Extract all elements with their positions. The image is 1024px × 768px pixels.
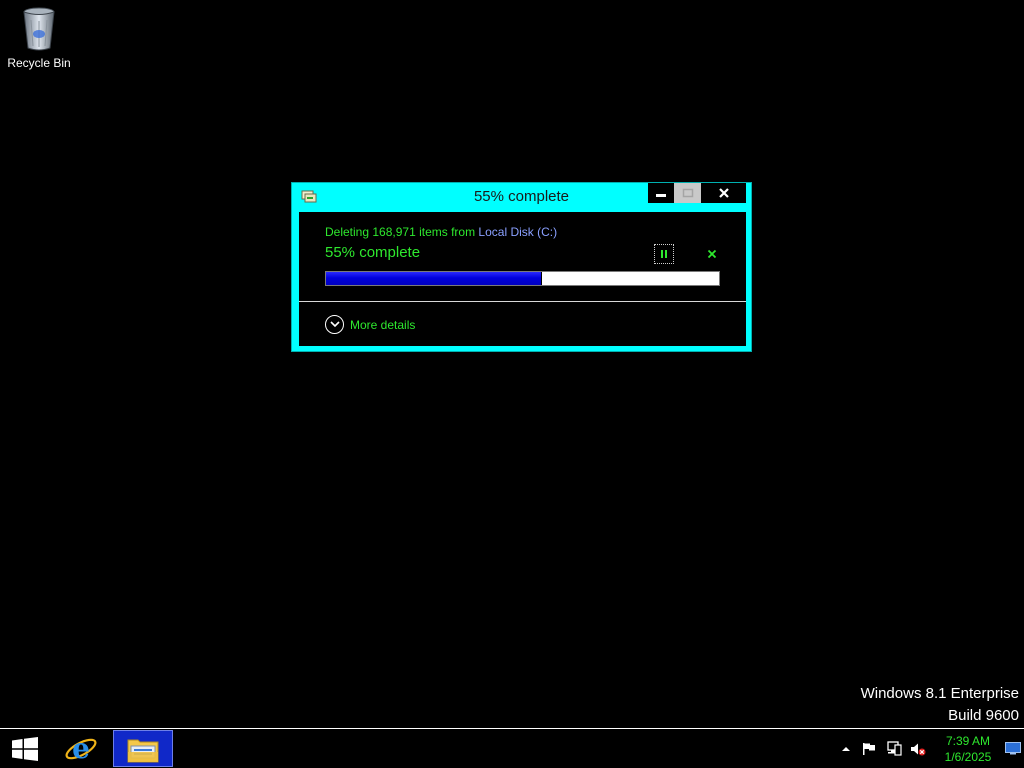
cancel-icon	[707, 249, 717, 259]
os-build: Build 9600	[948, 707, 1019, 724]
clock-date: 1/6/2025	[944, 750, 992, 764]
maximize-button[interactable]	[674, 183, 701, 203]
progress-bar-fill	[326, 272, 543, 285]
os-watermark: Windows 8.1 Enterprise Build 9600	[861, 683, 1019, 727]
delete-progress-dialog: 55% complete Deleting 168,971 items from…	[291, 182, 752, 352]
desktop-icon-recycle-bin[interactable]: Recycle Bin	[4, 6, 74, 74]
show-hidden-icons-button[interactable]	[838, 729, 854, 768]
clock-time: 7:39 AM	[945, 734, 991, 748]
monitor-icon	[1005, 742, 1021, 755]
minimize-icon	[656, 194, 666, 197]
cancel-button[interactable]	[703, 245, 721, 263]
dialog-titlebar[interactable]: 55% complete	[292, 183, 751, 211]
taskbar-file-explorer[interactable]	[113, 730, 173, 767]
minimize-button[interactable]	[648, 183, 674, 203]
action-center-flag-icon	[863, 742, 875, 755]
more-details-toggle[interactable]: More details	[325, 315, 415, 334]
close-button[interactable]	[701, 183, 746, 203]
chevron-down-icon	[325, 315, 344, 334]
show-desktop-button[interactable]	[1004, 729, 1022, 768]
action-center-button[interactable]	[860, 729, 878, 768]
volume-button[interactable]	[908, 729, 928, 768]
more-details-label: More details	[350, 317, 416, 332]
show-hidden-icons-icon	[842, 746, 850, 751]
desktop-icon-label: Recycle Bin	[7, 56, 71, 70]
taskbar-clock[interactable]: 7:39 AM 1/6/2025	[936, 733, 1000, 765]
taskbar: e 7:39 AM 1/6/2025	[0, 728, 1024, 768]
operation-status-text: Deleting 168,971 items from	[325, 225, 479, 239]
dialog-content: Deleting 168,971 items from Local Disk (…	[299, 212, 746, 346]
svg-text:e: e	[72, 733, 90, 765]
pause-button[interactable]	[654, 244, 674, 264]
network-icon	[887, 741, 902, 756]
pause-icon	[661, 250, 667, 258]
percent-complete: 55% complete	[325, 244, 421, 261]
operation-status: Deleting 168,971 items from Local Disk (…	[325, 225, 557, 239]
windows-logo-icon	[12, 736, 38, 761]
file-explorer-icon	[127, 739, 159, 762]
progress-bar	[325, 271, 720, 286]
close-icon	[718, 188, 729, 198]
recycle-bin-icon	[23, 7, 55, 51]
source-drive-link[interactable]: Local Disk (C:)	[478, 225, 557, 239]
taskbar-internet-explorer[interactable]: e	[51, 730, 111, 767]
volume-muted-icon	[911, 743, 926, 755]
internet-explorer-icon: e	[65, 733, 97, 765]
start-button[interactable]	[0, 729, 50, 768]
maximize-icon	[682, 188, 693, 198]
network-button[interactable]	[884, 729, 904, 768]
os-edition: Windows 8.1 Enterprise	[860, 685, 1019, 702]
divider	[299, 301, 746, 302]
